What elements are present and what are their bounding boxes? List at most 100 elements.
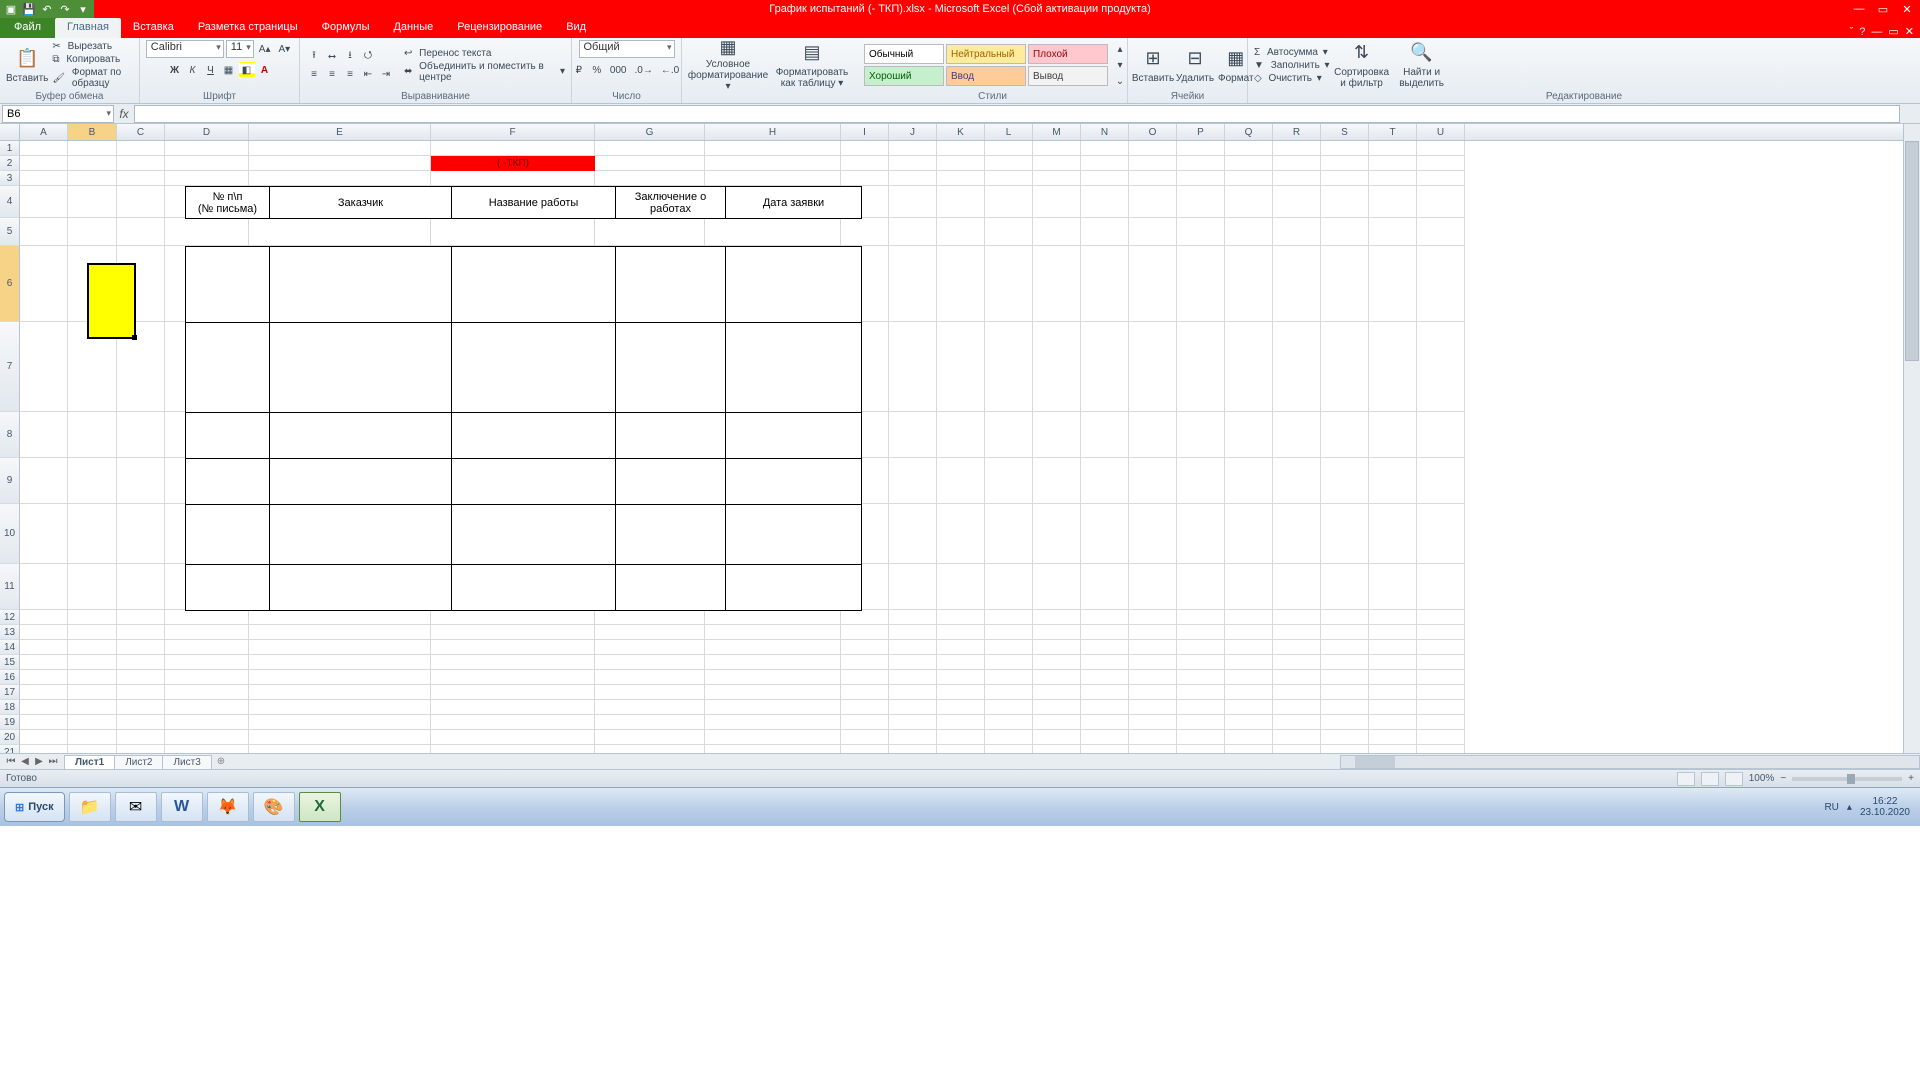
shrink-font-icon[interactable]: A▾ <box>276 41 294 57</box>
cell[interactable] <box>1129 640 1177 655</box>
cell[interactable] <box>1081 412 1129 458</box>
cell[interactable] <box>20 186 68 218</box>
column-header[interactable]: U <box>1417 124 1465 140</box>
cell[interactable] <box>1417 670 1465 685</box>
cell[interactable] <box>20 218 68 246</box>
cell[interactable] <box>985 564 1033 610</box>
cell[interactable] <box>985 246 1033 322</box>
column-header[interactable]: R <box>1273 124 1321 140</box>
cell[interactable] <box>889 670 937 685</box>
cell[interactable] <box>1033 141 1081 156</box>
style-cell[interactable]: Плохой <box>1028 44 1108 64</box>
cell[interactable] <box>705 685 841 700</box>
column-header[interactable]: P <box>1177 124 1225 140</box>
cell[interactable] <box>68 412 117 458</box>
cell[interactable] <box>68 610 117 625</box>
cell[interactable] <box>1321 218 1369 246</box>
cell[interactable] <box>1081 625 1129 640</box>
cell[interactable] <box>117 745 165 753</box>
column-header[interactable]: E <box>249 124 431 140</box>
cell[interactable] <box>68 685 117 700</box>
autosum-button[interactable]: Σ Автосумма ▾ <box>1254 47 1330 58</box>
cell[interactable] <box>1033 156 1081 171</box>
cell[interactable] <box>249 218 431 246</box>
cell[interactable] <box>937 655 985 670</box>
cell[interactable] <box>1177 186 1225 218</box>
cell[interactable] <box>1321 700 1369 715</box>
row-header[interactable]: 13 <box>0 625 20 640</box>
cell[interactable] <box>595 141 705 156</box>
row-header[interactable]: 9 <box>0 458 20 504</box>
cell[interactable] <box>165 715 249 730</box>
style-cell[interactable]: Обычный <box>864 44 944 64</box>
cell[interactable] <box>1033 504 1081 564</box>
insert-cells-button[interactable]: ⊞Вставить <box>1134 40 1172 90</box>
cell[interactable] <box>889 685 937 700</box>
cell[interactable] <box>117 610 165 625</box>
cell[interactable] <box>1129 141 1177 156</box>
ribbon-tab-главная[interactable]: Главная <box>55 18 121 38</box>
cell[interactable] <box>1177 218 1225 246</box>
cell[interactable] <box>249 700 431 715</box>
cell[interactable] <box>20 412 68 458</box>
cell[interactable] <box>595 625 705 640</box>
cell[interactable] <box>889 322 937 412</box>
cell[interactable] <box>1177 171 1225 186</box>
indent-dec-icon[interactable]: ⇤ <box>360 66 376 82</box>
cell[interactable] <box>68 730 117 745</box>
cell[interactable] <box>1081 685 1129 700</box>
cell[interactable] <box>117 730 165 745</box>
cell[interactable] <box>1369 745 1417 753</box>
cell[interactable] <box>117 171 165 186</box>
cell[interactable] <box>841 730 889 745</box>
cell[interactable] <box>1417 504 1465 564</box>
cell[interactable] <box>1129 504 1177 564</box>
cell[interactable] <box>1225 458 1273 504</box>
qat-more-icon[interactable]: ▾ <box>76 2 90 16</box>
cell[interactable] <box>1033 218 1081 246</box>
cell[interactable] <box>20 156 68 171</box>
cell[interactable] <box>249 655 431 670</box>
tray-up-icon[interactable]: ▴ <box>1847 802 1852 813</box>
cell[interactable] <box>705 141 841 156</box>
cell[interactable] <box>937 685 985 700</box>
cell[interactable] <box>1417 640 1465 655</box>
cell[interactable] <box>1081 156 1129 171</box>
cell[interactable] <box>937 610 985 625</box>
cell[interactable] <box>20 504 68 564</box>
cell[interactable] <box>705 700 841 715</box>
cell[interactable] <box>1033 685 1081 700</box>
cell[interactable] <box>1177 700 1225 715</box>
cell[interactable] <box>1273 610 1321 625</box>
cell[interactable] <box>985 186 1033 218</box>
cell[interactable] <box>1321 171 1369 186</box>
cell[interactable] <box>985 745 1033 753</box>
column-header[interactable]: C <box>117 124 165 140</box>
row-header[interactable]: 19 <box>0 715 20 730</box>
cell[interactable] <box>20 655 68 670</box>
task-paint[interactable]: 🎨 <box>253 792 295 822</box>
cell[interactable] <box>985 715 1033 730</box>
cell[interactable] <box>1273 655 1321 670</box>
active-cell[interactable] <box>87 263 136 339</box>
cell[interactable] <box>20 730 68 745</box>
cell[interactable] <box>249 745 431 753</box>
cell[interactable] <box>117 564 165 610</box>
view-normal-icon[interactable] <box>1677 772 1695 786</box>
cell[interactable] <box>985 141 1033 156</box>
cell[interactable] <box>985 610 1033 625</box>
cell[interactable] <box>1129 655 1177 670</box>
cell[interactable] <box>595 640 705 655</box>
cell[interactable] <box>889 218 937 246</box>
cell[interactable] <box>431 745 595 753</box>
title-cell[interactable]: ( -ТКП) <box>431 156 595 171</box>
cell[interactable] <box>68 156 117 171</box>
cell[interactable] <box>937 564 985 610</box>
cell[interactable] <box>1033 655 1081 670</box>
cell[interactable] <box>1177 156 1225 171</box>
cell[interactable] <box>985 322 1033 412</box>
cell[interactable] <box>1177 625 1225 640</box>
cell[interactable] <box>1129 186 1177 218</box>
cell[interactable] <box>1033 458 1081 504</box>
cell[interactable] <box>595 171 705 186</box>
